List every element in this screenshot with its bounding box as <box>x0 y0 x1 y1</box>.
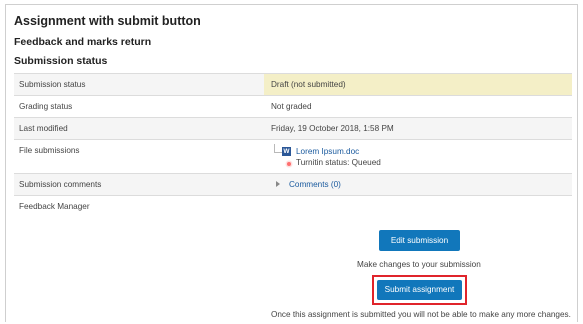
turnitin-status-icon <box>287 162 291 166</box>
status-row-comments: Submission comments Comments (0) <box>14 173 572 196</box>
submit-help-text: Once this assignment is submitted you wi… <box>271 310 571 319</box>
turnitin-status: Turnitin status: Queued <box>296 158 381 167</box>
last-modified-value: Friday, 19 October 2018, 1:58 PM <box>271 124 394 133</box>
last-modified-label: Last modified <box>19 124 68 133</box>
feedback-manager-row: Feedback Manager <box>14 195 572 320</box>
submission-status-heading: Submission status <box>14 55 108 67</box>
status-row-files: File submissions W Lorem Ipsum.doc Turni… <box>14 139 572 174</box>
comments-toggle[interactable]: Comments (0) <box>271 180 471 192</box>
comments-link[interactable]: Comments (0) <box>289 180 341 189</box>
edit-submission-button[interactable]: Edit submission <box>379 230 460 251</box>
submission-comments-label: Submission comments <box>19 180 102 189</box>
tree-connector <box>274 144 282 153</box>
status-row-submission: Submission status Draft (not submitted) <box>14 73 572 96</box>
status-row-grading: Grading status Not graded <box>14 95 572 118</box>
file-submissions-value: W Lorem Ipsum.doc Turnitin status: Queue… <box>271 144 571 170</box>
grading-status-label: Grading status <box>19 102 73 111</box>
file-link[interactable]: Lorem Ipsum.doc <box>296 147 359 156</box>
feedback-manager-label: Feedback Manager <box>19 202 90 211</box>
grading-status-value: Not graded <box>271 102 312 111</box>
file-submissions-label: File submissions <box>19 146 80 155</box>
status-row-last-modified: Last modified Friday, 19 October 2018, 1… <box>14 117 572 140</box>
expand-caret-icon <box>276 181 280 187</box>
submission-status-label: Submission status <box>19 80 86 89</box>
submission-status-value: Draft (not submitted) <box>271 80 346 89</box>
assignment-panel: Assignment with submit button Feedback a… <box>5 4 578 322</box>
section-subtitle: Feedback and marks return <box>14 36 152 48</box>
edit-help-text: Make changes to your submission <box>357 260 481 269</box>
page-title: Assignment with submit button <box>14 14 201 28</box>
word-doc-icon: W <box>282 147 291 156</box>
submit-assignment-button[interactable]: Submit assignment <box>377 280 462 300</box>
